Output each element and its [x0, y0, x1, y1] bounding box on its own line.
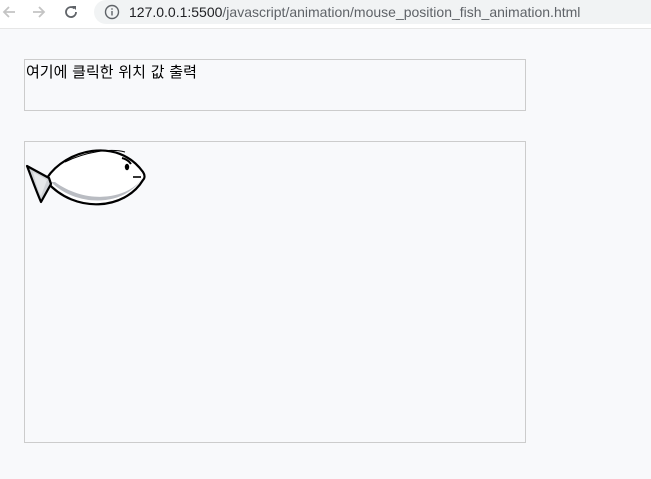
fish-stage[interactable]: [24, 141, 526, 443]
click-position-output-box: 여기에 클릭한 위치 값 출력: [24, 59, 526, 111]
url-path: /javascript/animation/mouse_position_fis…: [222, 4, 581, 20]
reload-button[interactable]: [60, 1, 82, 23]
reload-icon: [65, 6, 77, 18]
fish-image[interactable]: [25, 142, 147, 214]
url-text[interactable]: 127.0.0.1:5500/javascript/animation/mous…: [129, 2, 580, 22]
browser-toolbar: 127.0.0.1:5500/javascript/animation/mous…: [0, 0, 651, 29]
info-icon[interactable]: [104, 4, 120, 20]
forward-button[interactable]: [28, 1, 50, 23]
back-button[interactable]: [0, 1, 20, 23]
back-arrow-icon: [2, 6, 15, 18]
address-bar[interactable]: 127.0.0.1:5500/javascript/animation/mous…: [94, 0, 651, 24]
click-position-output-text: 여기에 클릭한 위치 값 출력: [26, 63, 197, 81]
url-host: 127.0.0.1:5500: [129, 4, 223, 20]
forward-arrow-icon: [33, 6, 46, 18]
